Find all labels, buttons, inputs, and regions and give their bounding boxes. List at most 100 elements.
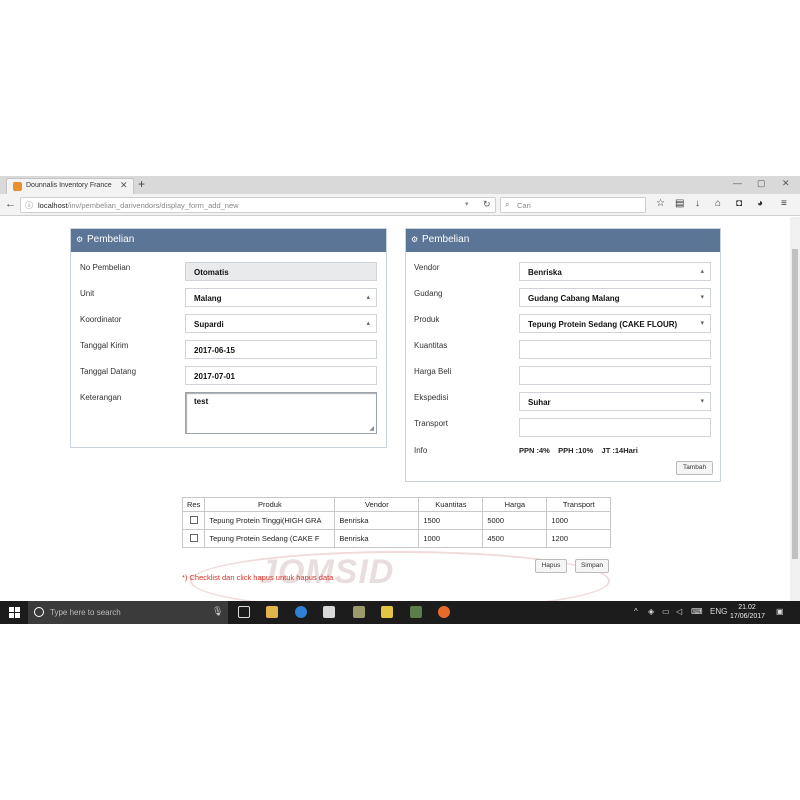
panel-title: Pembelian bbox=[87, 234, 135, 245]
tambah-button[interactable]: Tambah bbox=[676, 461, 713, 475]
network-icon[interactable]: ▭ bbox=[662, 607, 670, 616]
browser-tab[interactable]: Dounnalis Inventory France ✕ bbox=[6, 178, 134, 194]
table-row: Tepung Protein Tinggi(HIGH GRA Benriska … bbox=[181, 511, 612, 530]
firefox-icon[interactable] bbox=[438, 606, 450, 618]
windows-taskbar: Type here to search 🎙 ^ ◈ ▭ ◁ ⌨ ENG 21.0… bbox=[0, 601, 800, 624]
simpan-button[interactable]: Simpan bbox=[575, 559, 609, 573]
volume-icon[interactable]: ◁ bbox=[676, 607, 682, 616]
chevron-down-icon: ▴ bbox=[366, 294, 370, 301]
ekspedisi-label: Ekspedisi bbox=[414, 393, 449, 402]
minimize-icon[interactable]: — bbox=[733, 178, 742, 188]
chevron-down-icon: ▴ bbox=[700, 268, 704, 275]
home-icon[interactable]: ⌂ bbox=[715, 198, 721, 209]
keterangan-label: Keterangan bbox=[80, 393, 122, 402]
unit-label: Unit bbox=[80, 289, 95, 298]
taskbar-search-box[interactable]: Type here to search 🎙 bbox=[28, 601, 228, 624]
ekspedisi-select[interactable]: Suhar ▾ bbox=[519, 392, 711, 411]
unit-select[interactable]: Malang ▴ bbox=[185, 288, 377, 307]
page-content: ⚙ Pembelian No Pembelian Otomatis Unit M… bbox=[0, 217, 790, 611]
pocket-icon[interactable]: ◘ bbox=[736, 198, 742, 209]
row-checkbox[interactable] bbox=[189, 533, 198, 542]
info-value: PPN :4% PPH :10% JT :14Hari bbox=[519, 446, 638, 455]
header-harga: Harga bbox=[482, 497, 548, 512]
tray-chevron-icon[interactable]: ^ bbox=[634, 607, 638, 616]
address-bar[interactable]: ⓘ localhost/inv/pembelian_darivendors/di… bbox=[20, 197, 496, 213]
items-table: Res Produk Vendor Kuantitas Harga Transp… bbox=[181, 497, 612, 548]
edge-browser-icon[interactable] bbox=[295, 606, 307, 618]
pembelian-panel-right: ⚙ Pembelian Vendor Benriska ▴ Gudang Guda… bbox=[405, 228, 721, 482]
kuantitas-input[interactable] bbox=[519, 340, 711, 359]
no-pembelian-label: No Pembelian bbox=[80, 263, 131, 272]
shield-icon[interactable]: ◈ bbox=[648, 607, 654, 616]
cell-transport: 1000 bbox=[546, 511, 612, 530]
clock-date: 17/06/2017 bbox=[730, 613, 766, 620]
cell-vendor: Benriska bbox=[334, 529, 420, 548]
download-icon[interactable]: ↓ bbox=[695, 198, 700, 209]
no-pembelian-field: Otomatis bbox=[185, 262, 377, 281]
taskbar-clock[interactable]: 21.02 17/06/2017 bbox=[730, 603, 766, 621]
cell-transport: 1200 bbox=[546, 529, 612, 548]
menu-icon[interactable]: ≡ bbox=[781, 198, 787, 209]
back-arrow-icon[interactable]: ← bbox=[5, 198, 16, 210]
row-checkbox-cell bbox=[181, 529, 206, 548]
app-icon-2[interactable] bbox=[381, 606, 393, 618]
keterangan-textarea[interactable]: test ◢ bbox=[185, 392, 377, 434]
task-view-icon[interactable] bbox=[238, 606, 250, 618]
cell-kuantitas: 1000 bbox=[418, 529, 484, 548]
keyboard-icon[interactable]: ⌨ bbox=[691, 607, 703, 616]
search-box[interactable]: ⌕ Cari bbox=[500, 197, 646, 213]
tab-close-icon[interactable]: ✕ bbox=[120, 180, 128, 191]
page-scrollbar[interactable] bbox=[790, 217, 800, 601]
header-kuantitas: Kuantitas bbox=[418, 497, 484, 512]
browser-tab-strip: Dounnalis Inventory France ✕ + — ▢ ✕ bbox=[0, 176, 800, 194]
gudang-select[interactable]: Gudang Cabang Malang ▾ bbox=[519, 288, 711, 307]
pembelian-panel-left: ⚙ Pembelian No Pembelian Otomatis Unit M… bbox=[70, 228, 387, 448]
bookmark-star-icon[interactable]: ☆ bbox=[656, 198, 665, 209]
chevron-down-icon: ▾ bbox=[700, 294, 704, 301]
gear-icon: ⚙ bbox=[76, 235, 84, 244]
info-icon: ⓘ bbox=[25, 201, 33, 210]
language-indicator[interactable]: ENG bbox=[710, 607, 727, 616]
extension-icon[interactable]: ◕ bbox=[757, 198, 763, 209]
produk-select[interactable]: Tepung Protein Sedang (CAKE FLOUR) ▾ bbox=[519, 314, 711, 333]
header-vendor: Vendor bbox=[334, 497, 420, 512]
cell-harga: 4500 bbox=[482, 529, 548, 548]
url-dropdown-icon[interactable]: ▾ bbox=[465, 200, 469, 208]
chevron-down-icon: ▾ bbox=[700, 398, 704, 405]
tanggal-kirim-input[interactable]: 2017-06-15 bbox=[185, 340, 377, 359]
transport-input[interactable] bbox=[519, 418, 711, 437]
reading-list-icon[interactable]: ▤ bbox=[675, 198, 684, 209]
microphone-icon[interactable]: 🎙 bbox=[212, 606, 223, 617]
windows-start-icon[interactable] bbox=[9, 607, 20, 618]
cell-produk: Tepung Protein Tinggi(HIGH GRA bbox=[204, 511, 336, 530]
gudang-label: Gudang bbox=[414, 289, 443, 298]
notifications-icon[interactable]: ▣ bbox=[776, 607, 784, 616]
cortana-icon bbox=[34, 607, 44, 617]
search-placeholder: Cari bbox=[517, 201, 531, 210]
koordinator-label: Koordinator bbox=[80, 315, 122, 324]
taskbar-search-placeholder: Type here to search bbox=[50, 608, 121, 617]
browser-nav-bar: ← ⓘ localhost/inv/pembelian_darivendors/… bbox=[0, 194, 800, 216]
reload-icon[interactable]: ↻ bbox=[483, 199, 491, 210]
file-explorer-icon[interactable] bbox=[266, 606, 278, 618]
koordinator-select[interactable]: Supardi ▴ bbox=[185, 314, 377, 333]
vendor-select[interactable]: Benriska ▴ bbox=[519, 262, 711, 281]
chevron-down-icon: ▾ bbox=[700, 320, 704, 327]
panel-header: ⚙ Pembelian bbox=[71, 229, 386, 252]
table-header-row: Res Produk Vendor Kuantitas Harga Transp… bbox=[181, 497, 612, 512]
store-icon[interactable] bbox=[323, 606, 335, 618]
new-tab-button[interactable]: + bbox=[138, 177, 145, 191]
app-icon-3[interactable] bbox=[410, 606, 422, 618]
maximize-icon[interactable]: ▢ bbox=[757, 178, 766, 189]
hapus-button[interactable]: Hapus bbox=[535, 559, 567, 573]
favicon-icon bbox=[13, 182, 22, 191]
produk-label: Produk bbox=[414, 315, 440, 324]
panel-header: ⚙ Pembelian bbox=[406, 229, 720, 252]
window-close-icon[interactable]: ✕ bbox=[782, 178, 790, 189]
scrollbar-thumb[interactable] bbox=[792, 249, 798, 559]
row-checkbox[interactable] bbox=[189, 515, 198, 524]
chevron-down-icon: ▴ bbox=[366, 320, 370, 327]
harga-beli-input[interactable] bbox=[519, 366, 711, 385]
app-icon-1[interactable] bbox=[353, 606, 365, 618]
tanggal-datang-input[interactable]: 2017-07-01 bbox=[185, 366, 377, 385]
